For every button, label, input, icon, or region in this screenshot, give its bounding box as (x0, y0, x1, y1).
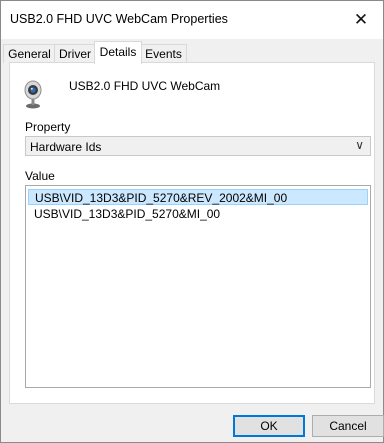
value-label: Value (25, 169, 55, 183)
tab-strip: General Driver Details Events (1, 39, 383, 64)
tab-details[interactable]: Details (94, 41, 142, 64)
tab-driver[interactable]: Driver (54, 44, 96, 63)
properties-dialog: USB2.0 FHD UVC WebCam Properties ✕ Gener… (0, 0, 384, 443)
tab-general[interactable]: General (3, 44, 56, 63)
close-button[interactable]: ✕ (339, 1, 383, 39)
list-item[interactable]: USB\VID_13D3&PID_5270&MI_00 (28, 206, 368, 222)
chevron-down-icon: ∨ (355, 138, 364, 152)
value-listbox[interactable]: USB\VID_13D3&PID_5270&REV_2002&MI_00 USB… (25, 185, 371, 388)
title-bar[interactable]: USB2.0 FHD UVC WebCam Properties ✕ (1, 1, 383, 39)
tab-events[interactable]: Events (140, 44, 187, 63)
property-selected-value: Hardware Ids (30, 140, 102, 154)
device-name: USB2.0 FHD UVC WebCam (69, 79, 221, 93)
property-dropdown[interactable]: Hardware Ids ∨ (25, 136, 371, 156)
cancel-button[interactable]: Cancel (312, 415, 384, 437)
ok-button[interactable]: OK (233, 415, 305, 437)
window-title: USB2.0 FHD UVC WebCam Properties (10, 12, 228, 26)
property-label: Property (25, 120, 71, 134)
list-item[interactable]: USB\VID_13D3&PID_5270&REV_2002&MI_00 (28, 189, 368, 205)
webcam-icon (24, 80, 42, 109)
